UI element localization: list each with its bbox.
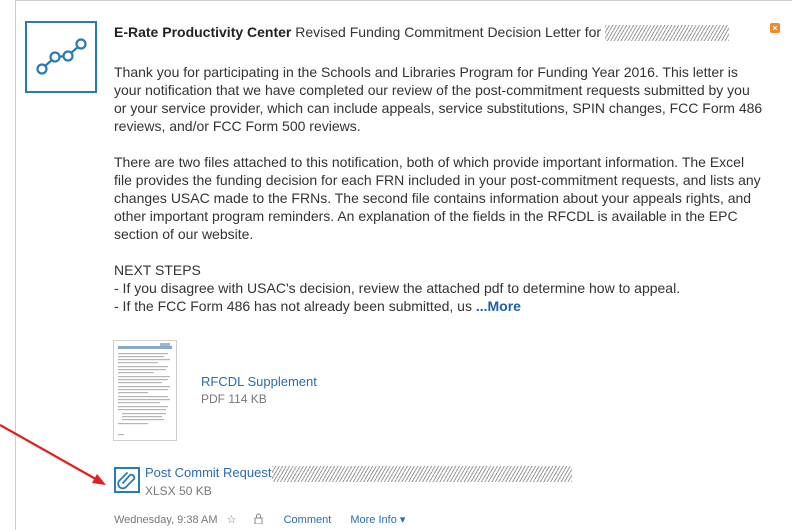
notification-frame: × E-Rate Productivity Center Revised Fun… bbox=[0, 0, 792, 530]
annotation-arrow bbox=[0, 424, 106, 485]
